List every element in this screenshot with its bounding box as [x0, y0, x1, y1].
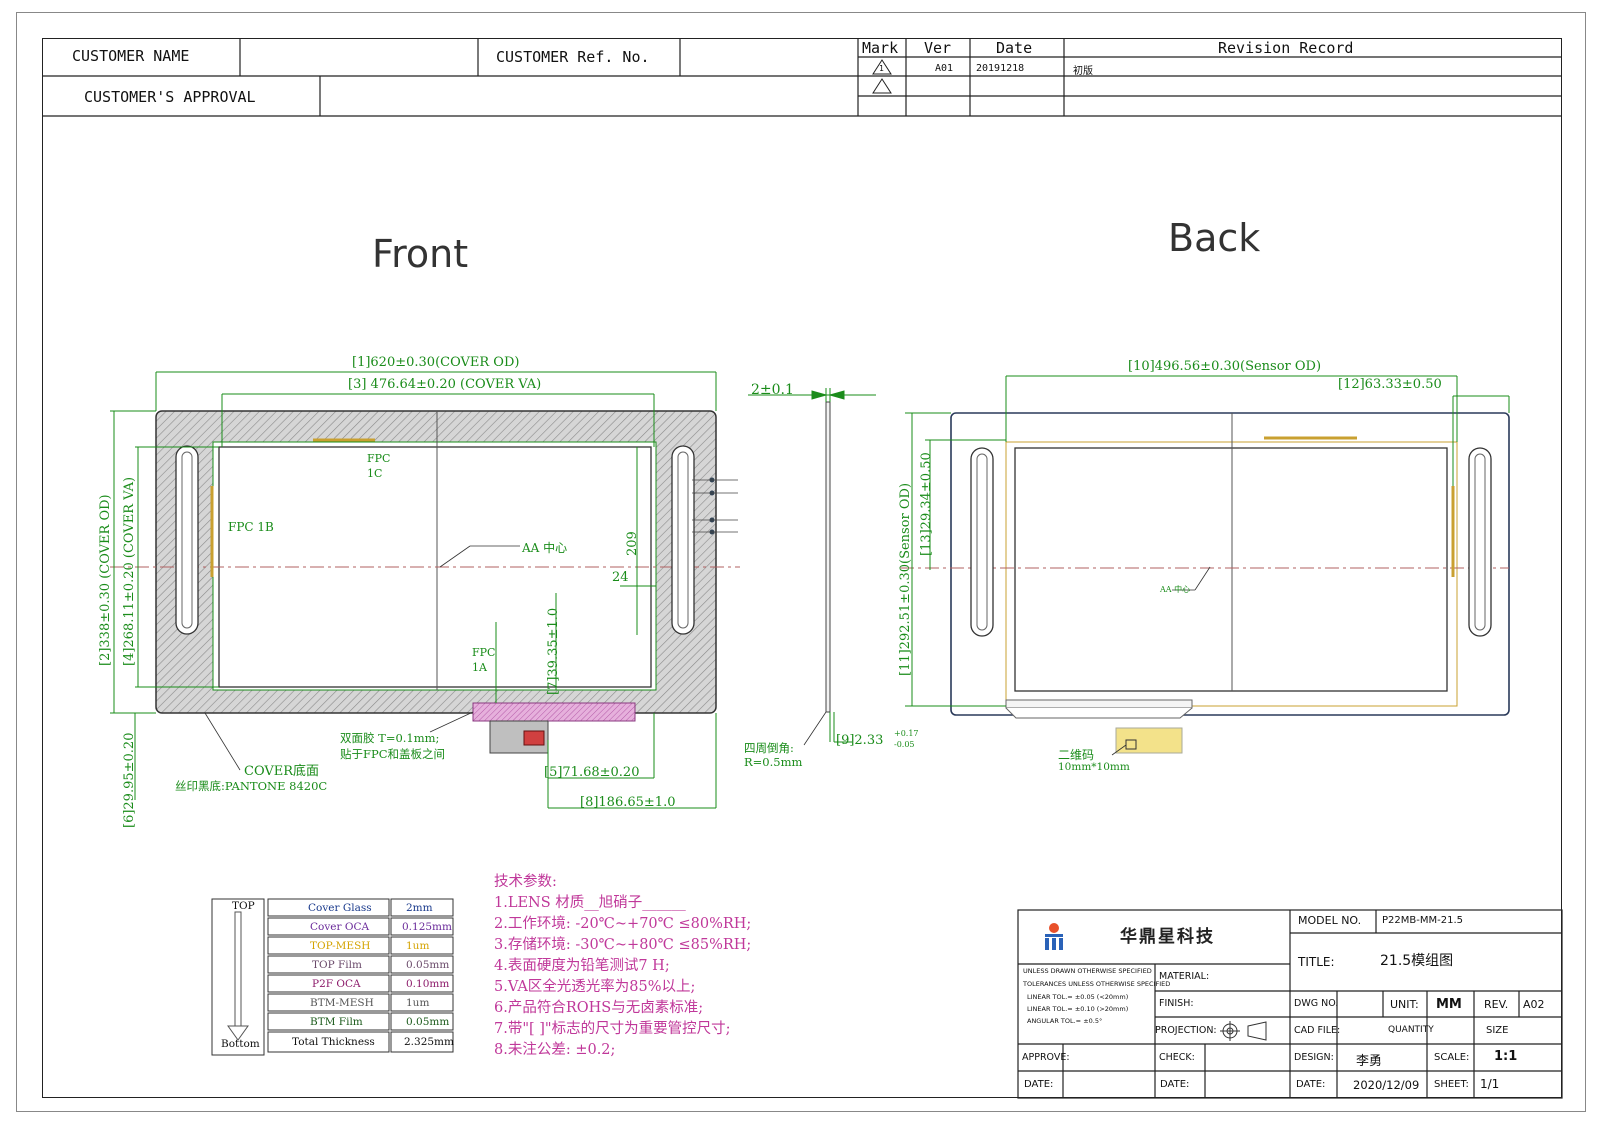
- projection-label: PROJECTION:: [1155, 1025, 1217, 1036]
- quantity-label: QUANTITY: [1388, 1025, 1434, 1035]
- model-no-label: MODEL NO.: [1298, 914, 1362, 927]
- company-name: 华鼎星科技: [1120, 927, 1215, 947]
- size-label: SIZE: [1486, 1025, 1509, 1036]
- dwg-no-label: DWG NO.: [1294, 998, 1339, 1009]
- design-label: DESIGN:: [1294, 1052, 1334, 1063]
- material-label: MATERIAL:: [1159, 971, 1210, 982]
- projection-symbol-icon: [1220, 1021, 1267, 1041]
- tolerance-note-2: TOLERANCES UNLESS OTHERWISE SPECIFIED: [1023, 980, 1171, 988]
- sheet-value: 1/1: [1480, 1077, 1500, 1091]
- approve-label: APPROVE:: [1022, 1052, 1070, 1063]
- finish-label: FINISH:: [1159, 998, 1194, 1009]
- date-label-check: DATE:: [1160, 1079, 1190, 1090]
- designer-name: 李勇: [1356, 1054, 1383, 1069]
- model-no-value: P22MB-MM-21.5: [1382, 915, 1463, 926]
- tolerance-note-5: ANGULAR TOL.= ±0.5°: [1027, 1017, 1103, 1025]
- tolerance-note-3: LINEAR TOL.= ±0.05 (<20mm): [1027, 993, 1129, 1001]
- unit-label: UNIT:: [1390, 998, 1419, 1011]
- rev-label: REV.: [1484, 998, 1509, 1011]
- title-value: 21.5模组图: [1380, 953, 1454, 969]
- scale-label: SCALE:: [1434, 1052, 1470, 1063]
- unit-value: MM: [1436, 997, 1462, 1012]
- design-date: 2020/12/09: [1353, 1078, 1420, 1092]
- title-label: TITLE:: [1298, 955, 1335, 969]
- scale-value: 1:1: [1494, 1049, 1518, 1064]
- tolerance-note-4: LINEAR TOL.= ±0.10 (>20mm): [1027, 1005, 1129, 1013]
- rev-value: A02: [1523, 998, 1545, 1011]
- sheet-label: SHEET:: [1434, 1079, 1469, 1090]
- cad-file-label: CAD FILE:: [1294, 1025, 1341, 1036]
- company-logo: [1045, 923, 1063, 950]
- date-label-approve: DATE:: [1024, 1079, 1054, 1090]
- date-label-design: DATE:: [1296, 1079, 1326, 1090]
- check-label: CHECK:: [1159, 1052, 1195, 1063]
- title-block-grid: [1017, 909, 1563, 1099]
- tolerance-note-1: UNLESS DRAWN OTHERWISE SPECIFIED: [1023, 967, 1152, 975]
